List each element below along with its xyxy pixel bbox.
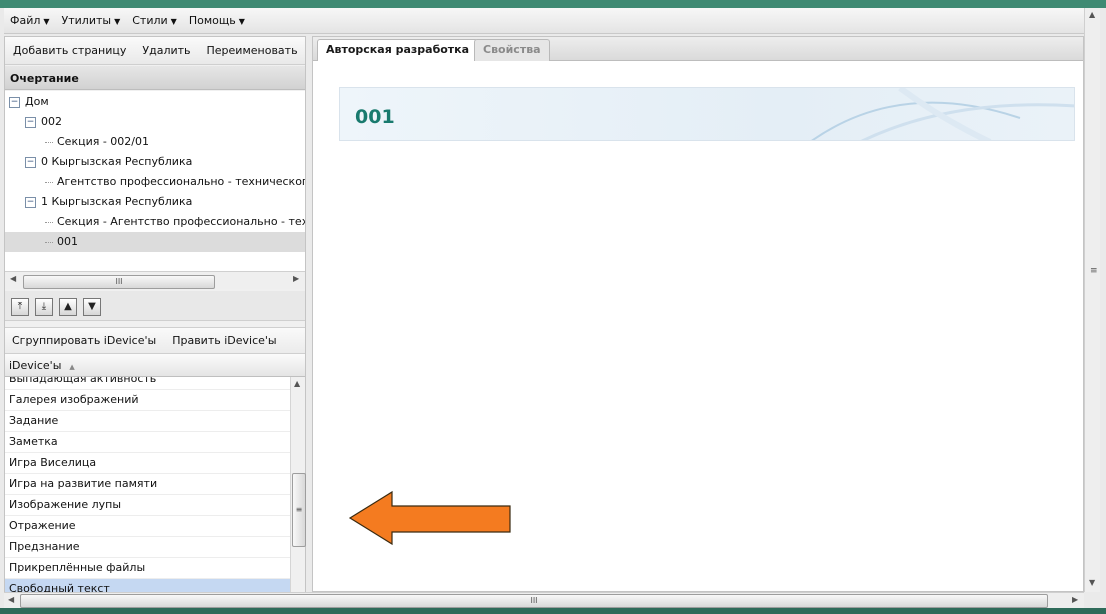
tab-authoring[interactable]: Авторская разработка <box>317 39 479 61</box>
tree-node-label: Секция - Агентство профессионально - тех… <box>57 215 305 228</box>
banner-decoration <box>811 88 1074 140</box>
move-node-down-level-button[interactable]: ⤓ <box>35 298 53 316</box>
menu-utilities[interactable]: Утилиты ▼ <box>62 14 121 27</box>
tree-node-label: 001 <box>57 235 78 248</box>
list-item[interactable]: Галерея изображений <box>5 390 290 411</box>
idevices-header-label: iDevice'ы <box>9 359 62 372</box>
chevron-down-icon: ▼ <box>43 17 50 26</box>
tree-connector <box>45 221 53 223</box>
tree-node-kyrgyz-1[interactable]: −1 Кыргызская Республика <box>25 192 192 212</box>
idevices-column-header[interactable]: iDevice'ы ▲ <box>5 353 305 377</box>
menu-file[interactable]: Файл ▼ <box>10 14 50 27</box>
arrow-shape <box>348 490 511 546</box>
menu-styles-label: Стили <box>132 14 168 27</box>
edit-idevices-button[interactable]: Править iDevice'ы <box>172 334 276 347</box>
menu-help-label: Помощь <box>188 14 236 27</box>
list-item[interactable]: Выпадающая активность <box>5 377 290 390</box>
scroll-down-icon[interactable]: ▼ <box>1089 578 1095 587</box>
tree-connector <box>45 181 53 183</box>
node-move-toolbar: ⤒ ⤓ ▲ ▼ <box>5 291 305 321</box>
tree-node-label: Агентство профессионально - технического… <box>57 175 305 188</box>
list-item[interactable]: Отражение <box>5 516 290 537</box>
delete-page-button[interactable]: Удалить <box>142 44 190 57</box>
tree-node-section-002-01[interactable]: Секция - 002/01 <box>45 132 149 152</box>
outline-header: Очертание <box>5 66 305 90</box>
collapse-icon[interactable]: − <box>25 196 36 208</box>
list-item[interactable]: Заметка <box>5 432 290 453</box>
collapse-icon[interactable]: − <box>9 96 20 108</box>
idevice-toolbar: Сгруппировать iDevice'ы Править iDevice'… <box>5 327 305 353</box>
tree-node-label: 002 <box>41 115 62 128</box>
orange-pointer-arrow-icon <box>348 490 511 546</box>
rename-page-button[interactable]: Переименовать <box>207 44 298 57</box>
move-node-down-button[interactable]: ▼ <box>83 298 101 316</box>
tree-node-002[interactable]: −002 <box>25 112 62 132</box>
arrow-down-bar-icon: ⤓ <box>41 301 47 312</box>
tree-node-home[interactable]: − Дом <box>9 92 49 112</box>
add-page-button[interactable]: Добавить страницу <box>13 44 126 57</box>
scroll-right-icon[interactable]: ▶ <box>293 274 299 283</box>
outline-horizontal-scrollbar[interactable]: ◀ III ▶ <box>5 271 305 289</box>
arrow-up-icon: ▲ <box>64 301 72 312</box>
list-item[interactable]: Предзнание <box>5 537 290 558</box>
collapse-icon[interactable]: − <box>25 156 36 168</box>
list-item[interactable]: Игра Виселица <box>5 453 290 474</box>
chevron-down-icon: ▼ <box>238 17 245 26</box>
list-item-selected[interactable]: Свободный текст <box>5 579 290 593</box>
main-horizontal-scrollbar[interactable]: ◀ III ▶ <box>4 592 1084 608</box>
list-item[interactable]: Прикреплённые файлы <box>5 558 290 579</box>
menu-styles[interactable]: Стили ▼ <box>132 14 177 27</box>
tree-node-label: Дом <box>25 95 49 108</box>
tree-node-kyrgyz-0[interactable]: −0 Кыргызская Республика <box>25 152 192 172</box>
tree-connector <box>45 141 53 143</box>
scroll-left-icon[interactable]: ◀ <box>8 595 14 604</box>
page-toolbar: Добавить страницу Удалить Переименовать <box>5 37 305 65</box>
move-node-up-button[interactable]: ▲ <box>59 298 77 316</box>
idevices-list: Выпадающая активность Галерея изображени… <box>5 377 290 593</box>
chevron-down-icon: ▼ <box>170 17 177 26</box>
tree-node-section-agency[interactable]: Секция - Агентство профессионально - тех… <box>45 212 305 232</box>
menu-bar: Файл ▼ Утилиты ▼ Стили ▼ Помощь ▼ <box>4 8 1084 34</box>
idevices-vertical-scrollbar[interactable]: ▲ ≡ <box>290 377 306 593</box>
menu-file-label: Файл <box>10 14 41 27</box>
window-top-border <box>0 0 1106 8</box>
left-panel: Добавить страницу Удалить Переименовать … <box>4 36 306 593</box>
scrollbar-thumb[interactable]: III <box>20 594 1048 608</box>
arrow-up-bar-icon: ⤒ <box>17 301 23 312</box>
tree-node-001[interactable]: 001 <box>5 232 305 252</box>
collapse-icon[interactable]: − <box>25 116 36 128</box>
page-header-banner: 001 <box>339 87 1075 141</box>
scroll-up-icon[interactable]: ▲ <box>1089 10 1095 19</box>
scrollbar-grip-icon[interactable]: ≡ <box>1090 266 1098 276</box>
tab-properties[interactable]: Свойства <box>474 39 550 61</box>
tree-node-label: 1 Кыргызская Республика <box>41 195 193 208</box>
scrollbar-thumb[interactable]: ≡ <box>292 473 306 547</box>
tree-connector <box>45 241 53 243</box>
list-item[interactable]: Задание <box>5 411 290 432</box>
page-title: 001 <box>355 106 395 128</box>
application-window: Файл ▼ Утилиты ▼ Стили ▼ Помощь ▼ Добавить с… <box>0 0 1106 614</box>
menu-utilities-label: Утилиты <box>61 14 112 27</box>
editor-tabs: Авторская разработка Свойства <box>313 37 1083 61</box>
group-idevices-button[interactable]: Сгруппировать iDevice'ы <box>12 334 156 347</box>
tree-node-agency[interactable]: Агентство профессионально - технического… <box>45 172 305 192</box>
scroll-left-icon[interactable]: ◀ <box>10 274 16 283</box>
menu-help[interactable]: Помощь ▼ <box>189 14 245 27</box>
desktop-edge <box>0 608 1106 614</box>
list-item[interactable]: Изображение лупы <box>5 495 290 516</box>
scrollbar-thumb[interactable]: III <box>23 275 215 289</box>
scroll-right-icon[interactable]: ▶ <box>1072 595 1078 604</box>
tree-node-label: Секция - 002/01 <box>57 135 150 148</box>
tree-node-label: 0 Кыргызская Республика <box>41 155 193 168</box>
move-node-up-level-button[interactable]: ⤒ <box>11 298 29 316</box>
outline-tree: − Дом −002 Секция - 002/01 −0 Кыргызская … <box>5 91 305 271</box>
chevron-down-icon: ▼ <box>114 17 121 26</box>
scroll-up-icon[interactable]: ▲ <box>294 379 300 388</box>
arrow-down-icon: ▼ <box>88 301 96 312</box>
list-item[interactable]: Игра на развитие памяти <box>5 474 290 495</box>
main-vertical-scrollbar[interactable]: ▲ ≡ ▼ <box>1084 8 1100 592</box>
sort-ascending-icon: ▲ <box>69 363 75 371</box>
